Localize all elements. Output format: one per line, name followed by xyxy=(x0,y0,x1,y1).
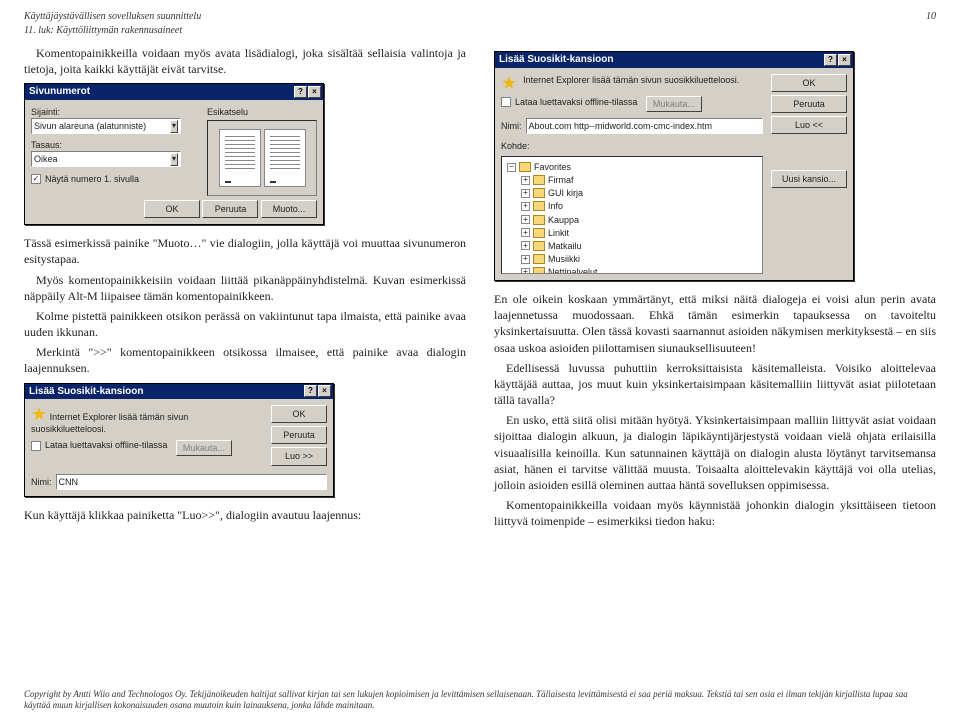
doc-header: Käyttäjäystävällisen sovelluksen suunnit… xyxy=(24,10,936,37)
tree-node[interactable]: GUI kirja xyxy=(548,187,583,199)
format-button[interactable]: Muoto... xyxy=(261,200,317,218)
tasaus-label: Tasaus: xyxy=(31,139,195,151)
folder-tree[interactable]: −Favorites +Firmaf +GUI kirja +Info +Kau… xyxy=(501,156,763,274)
help-icon[interactable]: ? xyxy=(824,54,837,66)
help-icon[interactable]: ? xyxy=(294,86,307,98)
ok-button[interactable]: OK xyxy=(771,74,847,92)
right-p1: En ole oikein koskaan ymmärtänyt, että m… xyxy=(494,291,936,356)
close-icon[interactable]: × xyxy=(308,86,321,98)
create-collapse-button[interactable]: Luo << xyxy=(771,116,847,134)
star-icon: ★ xyxy=(501,74,517,92)
header-line1: Käyttäjäystävällisen sovelluksen suunnit… xyxy=(24,10,201,24)
right-p2: Edellisessä luvussa puhuttiin kerroksitt… xyxy=(494,360,936,409)
left-column: Komentopainikkeilla voidaan myös avata l… xyxy=(24,45,466,534)
offline-label: Lataa luettavaksi offline-tilassa xyxy=(515,96,637,108)
add-favorite-small-dialog: Lisää Suosikit-kansioon ? × ★ Internet E… xyxy=(24,383,334,497)
name-label: Nimi: xyxy=(501,120,522,132)
copyright-footer: Copyright by Antti Wiio and Technologos … xyxy=(24,689,936,712)
ok-button[interactable]: OK xyxy=(144,200,200,218)
page-number: 10 xyxy=(926,10,936,37)
target-label: Kohde: xyxy=(501,141,530,151)
left-p2: Tässä esimerkissä painike "Muoto…" vie d… xyxy=(24,235,466,267)
ok-button[interactable]: OK xyxy=(271,405,327,423)
star-icon: ★ xyxy=(31,404,47,424)
sijainti-dropdown[interactable]: Sivun alareuna (alatunniste) xyxy=(31,118,181,134)
left-p6: Kun käyttäjä klikkaa painiketta "Luo>>",… xyxy=(24,507,466,523)
close-icon[interactable]: × xyxy=(838,54,851,66)
offline-checkbox[interactable]: Lataa luettavaksi offline-tilassa xyxy=(31,439,167,451)
right-p3: En usko, että siitä olisi mitään hyötyä.… xyxy=(494,412,936,493)
fav-big-desc: Internet Explorer lisää tämän sivun suos… xyxy=(523,74,739,92)
tree-node[interactable]: Musiikki xyxy=(548,253,580,265)
show-first-page-checkbox[interactable]: ✓ Näytä numero 1. sivulla xyxy=(31,173,139,185)
add-favorite-small-title: Lisää Suosikit-kansioon xyxy=(29,385,143,399)
left-p4: Kolme pistettä painikkeen otsikon peräss… xyxy=(24,308,466,340)
left-p3: Myös komentopainikkeisiin voidaan liittä… xyxy=(24,272,466,304)
create-expand-button[interactable]: Luo >> xyxy=(271,447,327,465)
name-field[interactable]: CNN xyxy=(56,474,328,490)
tree-node[interactable]: Kauppa xyxy=(548,214,579,226)
tasaus-dropdown[interactable]: Oikea xyxy=(31,151,181,167)
name-label: Nimi: xyxy=(31,476,52,488)
tree-node[interactable]: Firmaf xyxy=(548,174,574,186)
header-line2: 11. luk: Käyttöliittymän rakennusaineet xyxy=(24,24,201,38)
preview-label: Esikatselu xyxy=(207,106,317,118)
offline-checkbox[interactable]: Lataa luettavaksi offline-tilassa xyxy=(501,96,637,108)
page-numbers-title: Sivunumerot xyxy=(29,85,90,99)
customize-button: Mukauta... xyxy=(646,96,702,112)
left-p1: Komentopainikkeilla voidaan myös avata l… xyxy=(24,45,466,77)
customize-button: Mukauta... xyxy=(176,440,232,456)
cancel-button[interactable]: Peruuta xyxy=(202,200,258,218)
right-p4: Komentopainikkeilla voidaan myös käynnis… xyxy=(494,497,936,529)
right-column: Lisää Suosikit-kansioon ? × ★ Internet E… xyxy=(494,45,936,534)
add-favorite-big-title: Lisää Suosikit-kansioon xyxy=(499,53,613,67)
name-field[interactable]: About.com http--midworld.com-cmc-index.h… xyxy=(526,118,763,134)
left-p5: Merkintä ">>" komentopainikkeen otsikoss… xyxy=(24,344,466,376)
offline-label: Lataa luettavaksi offline-tilassa xyxy=(45,439,167,451)
tree-node[interactable]: Info xyxy=(548,200,563,212)
sijainti-label: Sijainti: xyxy=(31,106,195,118)
fav-small-desc: Internet Explorer lisää tämän sivun suos… xyxy=(31,412,188,434)
page-numbers-dialog: Sivunumerot ? × Sijainti: Sivun alareuna… xyxy=(24,83,324,225)
close-icon[interactable]: × xyxy=(318,385,331,397)
tree-node[interactable]: Favorites xyxy=(534,161,571,173)
new-folder-button[interactable]: Uusi kansio... xyxy=(771,170,847,188)
show-first-page-label: Näytä numero 1. sivulla xyxy=(45,173,139,185)
add-favorite-big-dialog: Lisää Suosikit-kansioon ? × ★ Internet E… xyxy=(494,51,854,281)
tree-node[interactable]: Nettipalvelut xyxy=(548,266,598,274)
cancel-button[interactable]: Peruuta xyxy=(771,95,847,113)
cancel-button[interactable]: Peruuta xyxy=(271,426,327,444)
tree-node[interactable]: Linkit xyxy=(548,227,569,239)
tree-node[interactable]: Matkailu xyxy=(548,240,582,252)
preview-pane xyxy=(207,120,317,196)
help-icon[interactable]: ? xyxy=(304,385,317,397)
